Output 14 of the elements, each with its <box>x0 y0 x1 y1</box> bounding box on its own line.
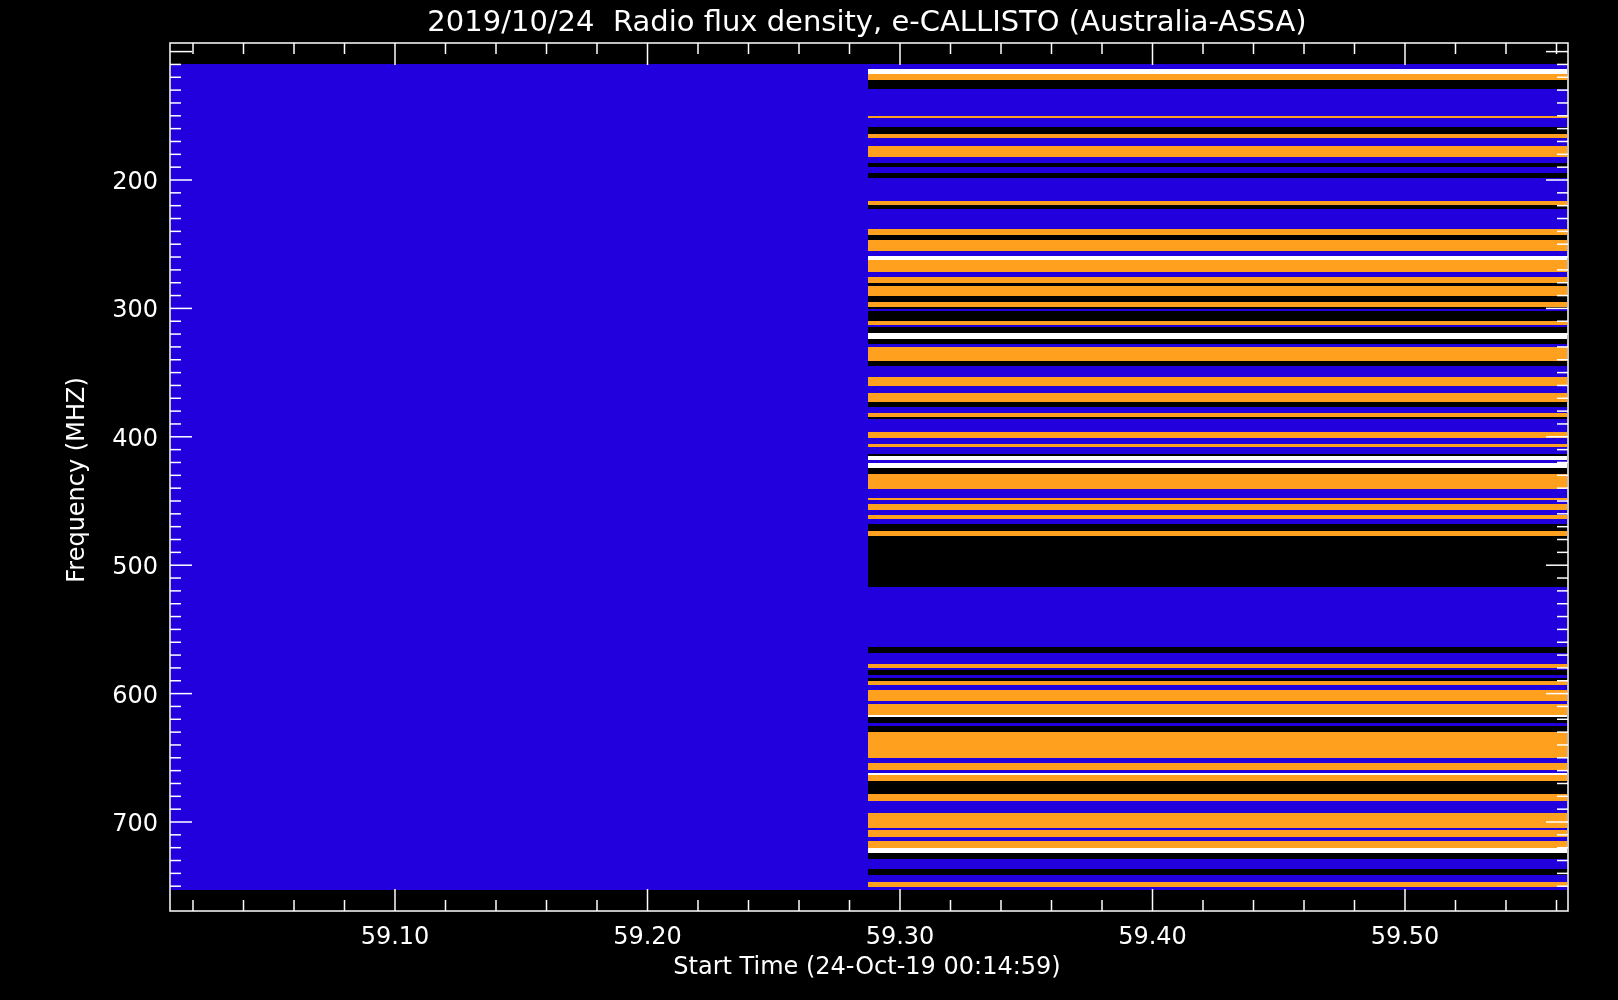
x-tick-label: 59.10 <box>360 922 430 950</box>
y-tick-label: 600 <box>112 680 158 709</box>
x-tick-label: 59.20 <box>613 922 682 950</box>
x-tick-label: 59.40 <box>1118 922 1187 950</box>
y-axis-label: Frequency (MHZ) <box>62 377 90 583</box>
y-tick-label: 400 <box>112 423 158 452</box>
y-tick-label: 700 <box>112 809 158 837</box>
y-tick-label: 200 <box>112 167 158 195</box>
y-tick-label: 500 <box>112 552 158 581</box>
y-tick-label: 300 <box>112 295 158 324</box>
x-tick-label: 59.50 <box>1370 922 1440 950</box>
x-axis-label: Start Time (24-Oct-19 00:14:59) <box>673 952 1061 980</box>
chart-title: 2019/10/24 Radio flux density, e-CALLISTO (Australia-ASSA) <box>427 4 1307 38</box>
x-tick-label: 59.30 <box>865 922 935 950</box>
